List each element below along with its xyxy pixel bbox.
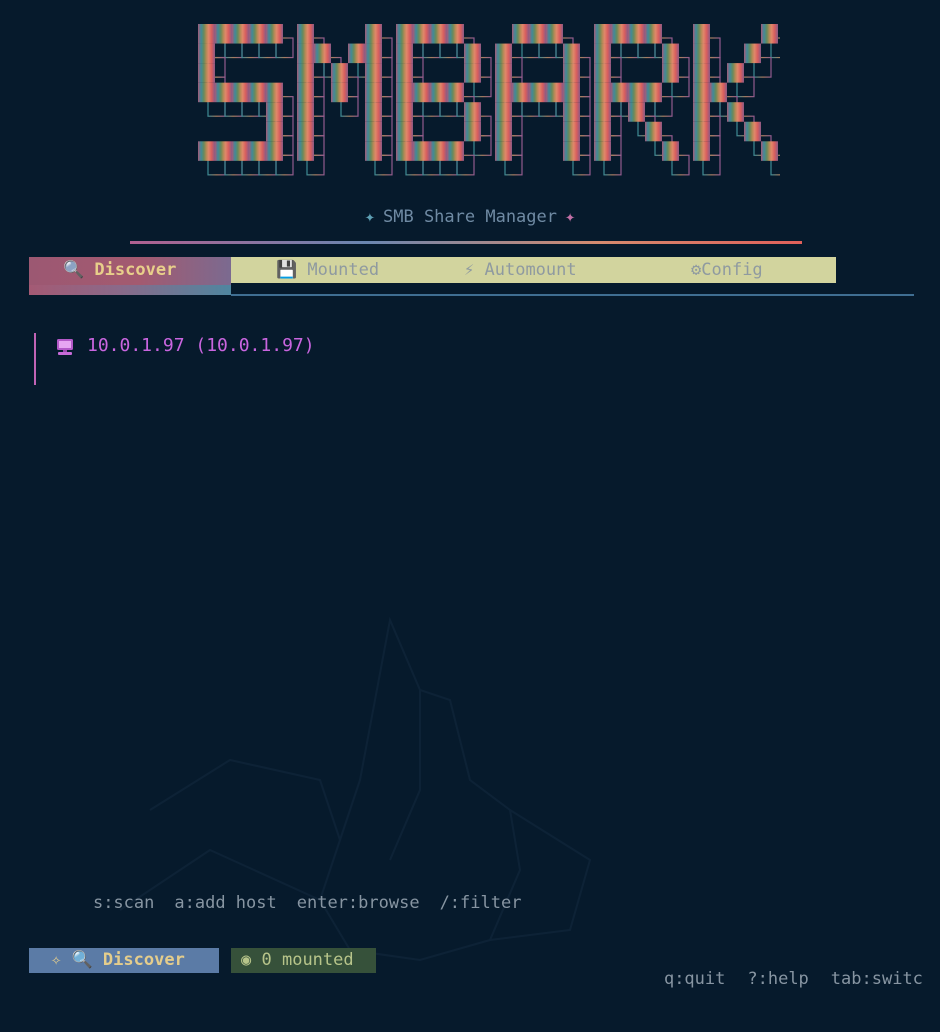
gear-icon: ⚙: [691, 260, 702, 280]
host-list: 10.0.1.97 (10.0.1.97): [34, 333, 894, 385]
key-hint-help: ?:help: [747, 969, 809, 989]
sparkle-icon: ✦: [565, 207, 576, 227]
tab-underline: [231, 294, 914, 296]
mounted-count: 0 mounted: [261, 950, 354, 970]
inactive-tabs-strip: 💾 Mounted ⚡ Automount ⚙Config: [231, 257, 836, 283]
computer-icon: [57, 339, 73, 355]
gradient-divider: [130, 241, 802, 244]
sparkle-icon: ✧: [51, 950, 62, 970]
status-mounted-badge: ◉ 0 mounted: [231, 948, 376, 973]
search-icon: 🔍: [71, 950, 93, 970]
tab-label: Discover: [94, 260, 177, 280]
sparkle-icon: ✦: [364, 207, 375, 227]
subtitle-text: SMB Share Manager: [383, 207, 557, 227]
key-hint-scan: s:scan: [92, 893, 155, 913]
host-list-item[interactable]: 10.0.1.97 (10.0.1.97): [34, 333, 894, 385]
search-icon: 🔍: [63, 260, 85, 280]
tab-discover[interactable]: 🔍 Discover: [29, 257, 231, 295]
smbark-logo: [198, 24, 780, 176]
mounted-dot-icon: ◉: [241, 950, 252, 970]
status-hints: q:quit ?:help tab:switc: [623, 949, 923, 1009]
tab-label: Mounted: [307, 260, 380, 280]
lightning-icon: ⚡: [464, 260, 475, 280]
floppy-disk-icon: 💾: [276, 260, 298, 280]
host-label: 10.0.1.97 (10.0.1.97): [87, 335, 315, 356]
key-hints: s:scan a:add host enter:browse /:filter: [52, 873, 541, 933]
app-root: ✦ SMB Share Manager ✦ 🔍 Discover 💾 Mounted…: [0, 0, 940, 1032]
app-subtitle: ✦ SMB Share Manager ✦: [0, 207, 940, 227]
status-mode-label: Discover: [102, 950, 185, 970]
key-hint-switch: tab:switc: [830, 969, 923, 989]
key-hint-add-host: a:add host: [174, 893, 277, 913]
key-hint-browse: enter:browse: [296, 893, 420, 913]
tab-mounted[interactable]: 💾 Mounted: [276, 260, 379, 280]
tab-label: Automount: [484, 260, 577, 280]
tab-automount[interactable]: ⚡ Automount: [464, 260, 577, 280]
tab-config[interactable]: ⚙Config: [691, 260, 763, 280]
key-hint-filter: /:filter: [439, 893, 522, 913]
key-hint-quit: q:quit: [663, 969, 726, 989]
status-mode-badge: ✧ 🔍 Discover: [29, 948, 219, 973]
tab-label: Config: [701, 260, 763, 280]
tab-bar: 🔍 Discover 💾 Mounted ⚡ Automount ⚙Config: [29, 257, 914, 297]
